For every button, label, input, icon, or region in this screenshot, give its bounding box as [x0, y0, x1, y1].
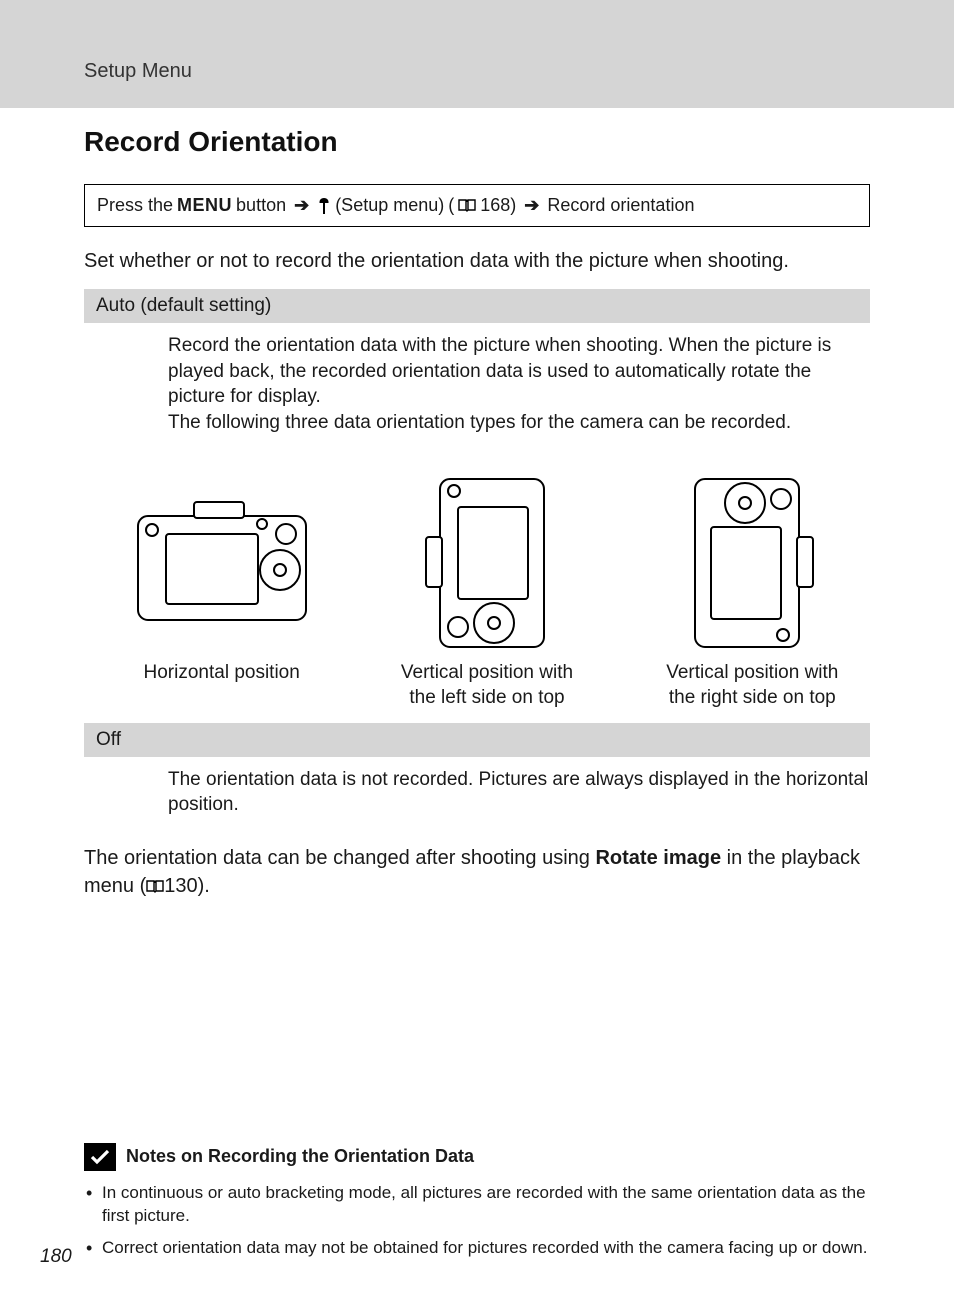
option-off-body: The orientation data is not recorded. Pi…	[84, 765, 870, 832]
breadcrumb: Setup Menu	[84, 60, 192, 82]
wrench-icon	[317, 195, 331, 216]
page-number: 180	[40, 1246, 72, 1268]
after-t1: The orientation data can be changed afte…	[84, 847, 595, 869]
caption-vr-1: Vertical position with	[666, 662, 838, 683]
target-label: Record orientation	[547, 195, 694, 216]
book-icon	[146, 875, 164, 897]
header-band: Setup Menu	[0, 0, 954, 108]
checkmark-badge-icon	[84, 1143, 116, 1171]
book-icon	[458, 195, 476, 216]
arrow-icon: ➔	[290, 195, 313, 216]
notes-section: Notes on Recording the Orientation Data …	[84, 1143, 870, 1268]
option-auto-body: Record the orientation data with the pic…	[84, 331, 870, 450]
setup-menu-label: (Setup menu)	[335, 195, 444, 216]
after-bold: Rotate image	[595, 847, 721, 869]
caption-vr-2: the right side on top	[669, 687, 836, 708]
camera-horizontal: Horizontal position	[104, 474, 339, 711]
page-body: Record Orientation Press the MENU button…	[0, 108, 954, 1314]
menu-button-word: MENU	[177, 195, 232, 216]
option-auto-header: Auto (default setting)	[84, 289, 870, 323]
option-auto-body2: The following three data orientation typ…	[168, 410, 870, 436]
button-word: button	[236, 195, 286, 216]
camera-vertical-right: Vertical position with the right side on…	[635, 474, 870, 711]
camera-orientation-row: Horizontal position Vertical position wi…	[84, 474, 870, 711]
page-ref-1: 168)	[480, 195, 516, 216]
option-auto-body1: Record the orientation data with the pic…	[168, 333, 870, 410]
menu-path-box: Press the MENU button ➔ (Setup menu) ( 1…	[84, 184, 870, 227]
camera-vertical-right-icon	[687, 474, 817, 652]
caption-vl-2: the left side on top	[409, 687, 564, 708]
press-label: Press the	[97, 195, 173, 216]
camera-vertical-left-icon	[422, 474, 552, 652]
after-text: The orientation data can be changed afte…	[84, 844, 870, 900]
caption-vertical-right: Vertical position with the right side on…	[666, 660, 838, 711]
notes-title: Notes on Recording the Orientation Data	[126, 1146, 474, 1167]
after-page-ref: 130).	[164, 875, 210, 897]
caption-vertical-left: Vertical position with the left side on …	[401, 660, 573, 711]
intro-text: Set whether or not to record the orienta…	[84, 247, 870, 275]
page-ref-open: (	[448, 195, 454, 216]
notes-heading: Notes on Recording the Orientation Data	[84, 1143, 870, 1171]
caption-horizontal: Horizontal position	[144, 660, 300, 686]
page-title: Record Orientation	[84, 126, 870, 158]
notes-list: In continuous or auto bracketing mode, a…	[84, 1181, 870, 1260]
note-item: In continuous or auto bracketing mode, a…	[84, 1181, 870, 1229]
camera-horizontal-icon	[134, 474, 310, 652]
arrow-icon: ➔	[520, 195, 543, 216]
caption-vl-1: Vertical position with	[401, 662, 573, 683]
camera-vertical-left: Vertical position with the left side on …	[369, 474, 604, 711]
note-item: Correct orientation data may not be obta…	[84, 1236, 870, 1260]
option-off-header: Off	[84, 723, 870, 757]
